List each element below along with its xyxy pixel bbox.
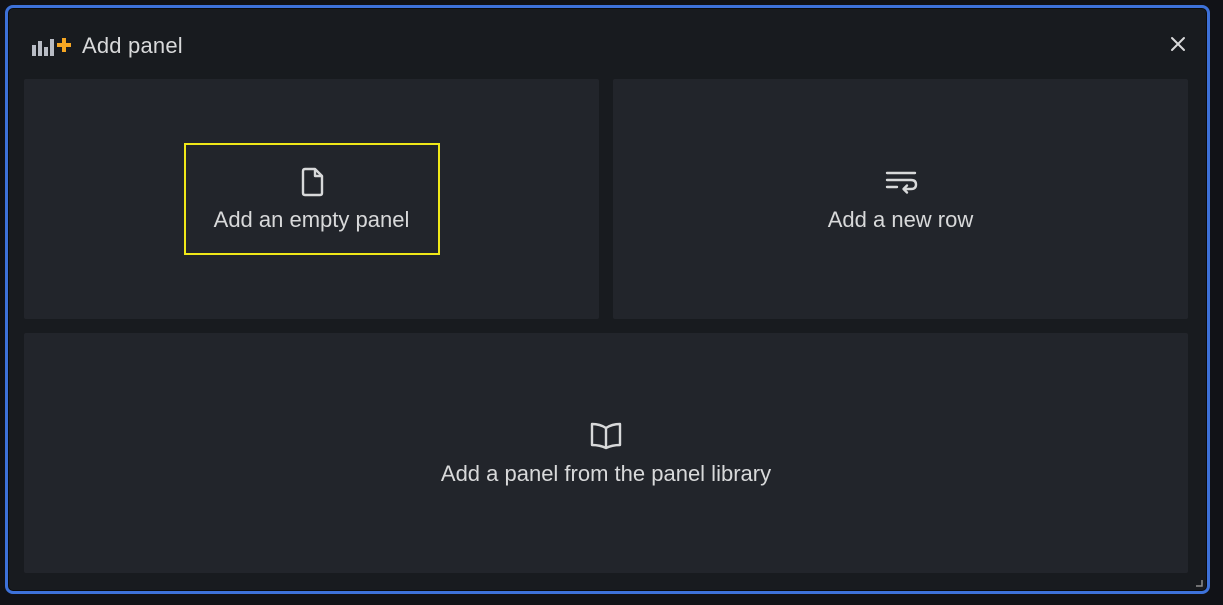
close-button[interactable] xyxy=(1166,32,1190,56)
add-empty-panel-option[interactable]: Add an empty panel xyxy=(183,143,440,255)
row-wrap-icon xyxy=(885,171,917,194)
close-icon xyxy=(1171,37,1185,51)
add-library-panel-option[interactable]: Add a panel from the panel library xyxy=(441,419,771,487)
add-new-row-label: Add a new row xyxy=(827,207,974,232)
add-empty-panel-label: Add an empty panel xyxy=(213,207,410,232)
add-new-row-option[interactable]: Add a new row xyxy=(827,165,974,233)
add-panel-icon xyxy=(30,34,74,58)
add-empty-panel-card[interactable]: Add an empty panel xyxy=(24,79,599,319)
add-new-row-card[interactable]: Add a new row xyxy=(613,79,1188,319)
dialog-header: Add panel xyxy=(30,30,183,62)
add-library-panel-label: Add a panel from the panel library xyxy=(440,461,772,486)
add-library-panel-card[interactable]: Add a panel from the panel library xyxy=(24,333,1188,573)
dialog-title: Add panel xyxy=(82,33,183,58)
book-icon xyxy=(590,422,622,450)
resize-handle-icon[interactable] xyxy=(1195,579,1203,587)
file-icon xyxy=(301,167,323,197)
add-panel-dialog: Add panel Add an empty panel Add a new r… xyxy=(5,5,1210,594)
